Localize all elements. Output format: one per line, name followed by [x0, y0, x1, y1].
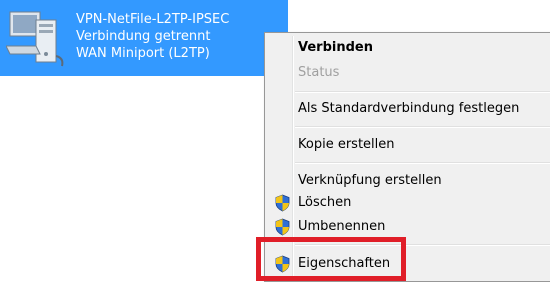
menu-item-verbinden[interactable]: Verbinden [298, 39, 373, 57]
connection-name: VPN-NetFile-L2TP-IPSEC [76, 12, 230, 27]
menu-item-delete[interactable]: Löschen [298, 194, 351, 212]
network-computer-icon [6, 11, 64, 67]
menu-item-create-copy[interactable]: Kopie erstellen [298, 136, 395, 154]
menu-item-create-shortcut[interactable]: Verknüpfung erstellen [298, 172, 442, 190]
highlight-box [256, 237, 406, 281]
menu-item-rename[interactable]: Umbenennen [298, 218, 385, 236]
menu-separator [295, 91, 550, 93]
menu-separator [295, 126, 550, 128]
menu-separator [295, 162, 550, 164]
vpn-connection-item[interactable]: VPN-NetFile-L2TP-IPSEC Verbindung getren… [0, 0, 288, 76]
uac-shield-icon [275, 194, 290, 212]
connection-status: Verbindung getrennt [76, 29, 211, 44]
menu-item-status: Status [298, 65, 340, 80]
connection-device: WAN Miniport (L2TP) [76, 46, 210, 61]
menu-item-set-default[interactable]: Als Standardverbindung festlegen [298, 100, 519, 118]
uac-shield-icon [275, 218, 290, 236]
